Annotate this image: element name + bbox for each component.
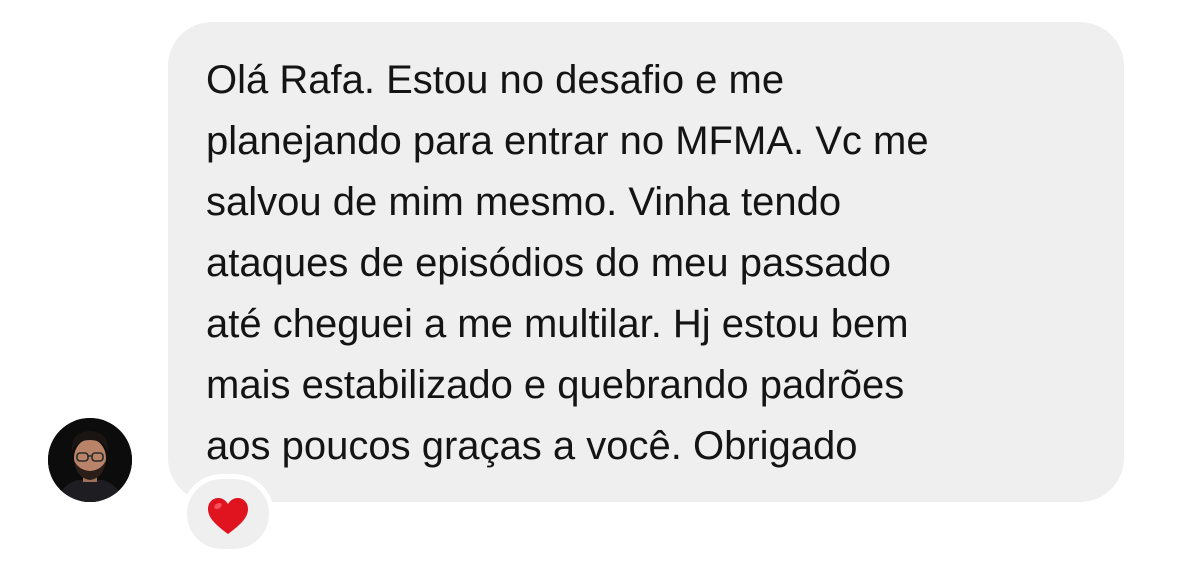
message-line: aos poucos graças a você. Obrigado bbox=[206, 424, 858, 468]
sender-avatar[interactable] bbox=[48, 418, 132, 502]
avatar-image bbox=[48, 418, 132, 502]
message-text: Olá Rafa. Estou no desafio e me planejan… bbox=[206, 50, 1106, 477]
heart-icon bbox=[208, 498, 248, 534]
message-line: planejando para entrar no MFMA. Vc me bbox=[206, 119, 929, 163]
reaction-badge[interactable] bbox=[182, 474, 274, 554]
message-line: mais estabilizado e quebrando padrões bbox=[206, 363, 905, 407]
message-line: até cheguei a me multilar. Hj estou bem bbox=[206, 302, 909, 346]
message-line: salvou de mim mesmo. Vinha tendo bbox=[206, 180, 842, 224]
message-line: Olá Rafa. Estou no desafio e me bbox=[206, 58, 785, 102]
message-line: ataques de episódios do meu passado bbox=[206, 241, 891, 285]
